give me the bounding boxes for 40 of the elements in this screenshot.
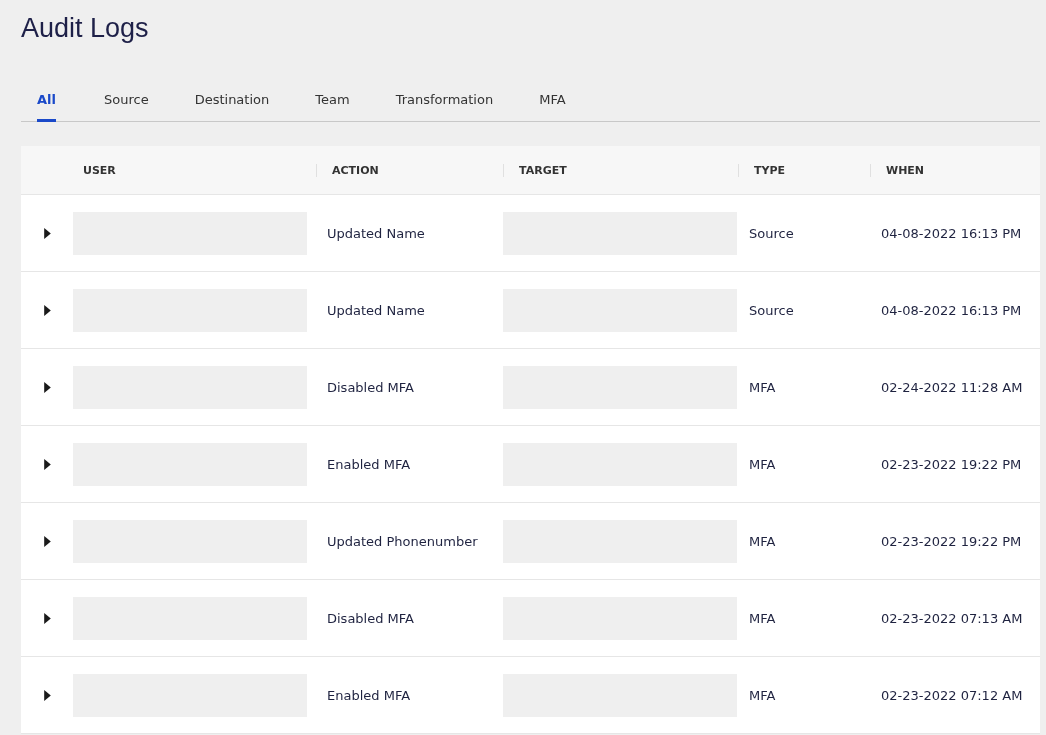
- table-cell-text: Enabled MFA: [326, 687, 412, 703]
- column-header: ACTION: [316, 163, 503, 177]
- table-cell-text: 04-08-2022 16:13 PM: [880, 302, 1023, 318]
- table-cell-text: MFA: [748, 533, 777, 549]
- tab[interactable]: Transformation: [395, 86, 494, 122]
- caret-icon[interactable]: [43, 689, 51, 701]
- table-cell-text: MFA: [748, 456, 777, 472]
- column-header: TYPE: [738, 163, 870, 177]
- table-cell-text: 02-23-2022 19:22 PM: [880, 533, 1023, 549]
- table-cell-text: MFA: [748, 610, 777, 626]
- table-cell-text: Updated Name: [326, 225, 426, 241]
- tab[interactable]: MFA: [539, 86, 566, 122]
- caret-icon[interactable]: [43, 304, 51, 316]
- table-cell-text: 02-23-2022 19:22 PM: [880, 456, 1023, 472]
- table-cell-text: 02-24-2022 11:28 AM: [880, 379, 1024, 395]
- table-cell-text: Enabled MFA: [326, 456, 412, 472]
- table-cell-text: Updated Phonenumber: [326, 533, 479, 549]
- page-title: Audit Logs: [21, 12, 150, 44]
- table-cell-text: MFA: [748, 687, 777, 703]
- caret-icon[interactable]: [43, 612, 51, 624]
- column-header: USER: [82, 163, 117, 177]
- table-cell-text: MFA: [748, 379, 777, 395]
- table-cell-text: Source: [748, 225, 795, 241]
- caret-icon[interactable]: [43, 227, 51, 239]
- table-cell-text: Updated Name: [326, 302, 426, 318]
- column-header: WHEN: [870, 163, 1040, 177]
- tab[interactable]: Destination: [194, 86, 270, 122]
- caret-icon[interactable]: [43, 381, 51, 393]
- table-cell-text: 04-08-2022 16:13 PM: [880, 225, 1023, 241]
- table-cell-text: 02-23-2022 07:12 AM: [880, 687, 1024, 703]
- tab[interactable]: All: [37, 86, 56, 122]
- tab[interactable]: Team: [315, 86, 350, 122]
- table-cell-text: 02-23-2022 07:13 AM: [880, 610, 1024, 626]
- caret-icon[interactable]: [43, 535, 51, 547]
- table-cell-text: Source: [748, 302, 795, 318]
- caret-icon[interactable]: [43, 458, 51, 470]
- table-cell-text: Disabled MFA: [326, 610, 415, 626]
- column-header: TARGET: [503, 163, 738, 177]
- tab[interactable]: Source: [104, 86, 149, 122]
- table-cell-text: Disabled MFA: [326, 379, 415, 395]
